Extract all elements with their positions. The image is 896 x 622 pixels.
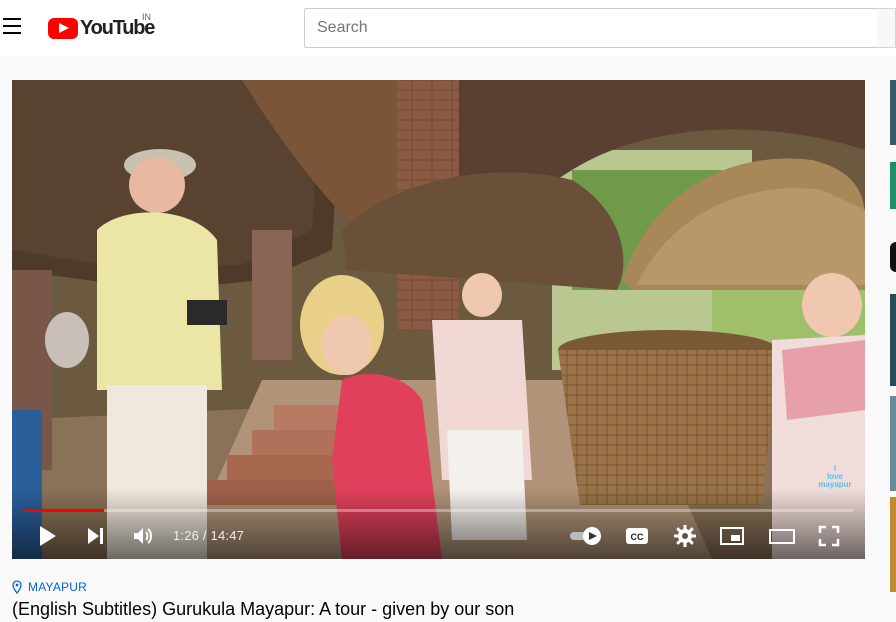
hamburger-menu-icon[interactable] <box>3 18 23 34</box>
recommendation-thumbnail[interactable] <box>890 396 896 491</box>
svg-text:CC: CC <box>631 532 644 542</box>
youtube-play-logo-icon <box>48 17 78 39</box>
watermark-line: mayapur <box>818 480 852 489</box>
captions-icon[interactable]: CC <box>624 524 650 548</box>
fullscreen-icon[interactable] <box>817 524 841 548</box>
recommendation-thumbnail[interactable] <box>890 162 896 209</box>
location-label[interactable]: MAYAPUR <box>28 580 87 594</box>
time-display: 1:26 / 14:47 <box>173 528 245 543</box>
masthead: YouTube IN <box>0 0 896 56</box>
country-code: IN <box>142 12 151 22</box>
location-pin-icon <box>12 580 22 594</box>
play-icon[interactable] <box>36 524 60 548</box>
miniplayer-icon[interactable] <box>719 524 745 548</box>
recommendation-avatar[interactable] <box>890 242 896 272</box>
settings-icon[interactable] <box>673 524 697 548</box>
channel-watermark: I love mayapur <box>812 465 858 489</box>
search-box[interactable] <box>304 8 878 48</box>
video-player[interactable]: I love mayapur 1:26 / 14:47 CC <box>12 80 865 559</box>
location-link[interactable]: MAYAPUR <box>12 580 87 594</box>
recommendation-thumbnail[interactable] <box>890 294 896 386</box>
volume-icon[interactable] <box>131 524 155 548</box>
video-title: (English Subtitles) Gurukula Mayapur: A … <box>12 599 515 619</box>
theater-mode-icon[interactable] <box>768 524 796 548</box>
next-icon[interactable] <box>84 524 108 548</box>
search-button[interactable] <box>877 8 896 48</box>
recommendation-thumbnail[interactable] <box>890 80 896 145</box>
autoplay-toggle-icon[interactable] <box>568 524 604 548</box>
progress-bar-played <box>24 509 105 512</box>
video-frame <box>12 80 865 559</box>
progress-bar[interactable] <box>24 509 853 512</box>
recommendation-thumbnail[interactable] <box>890 497 896 592</box>
search-input[interactable] <box>305 9 877 47</box>
youtube-logo[interactable]: YouTube <box>48 16 155 40</box>
